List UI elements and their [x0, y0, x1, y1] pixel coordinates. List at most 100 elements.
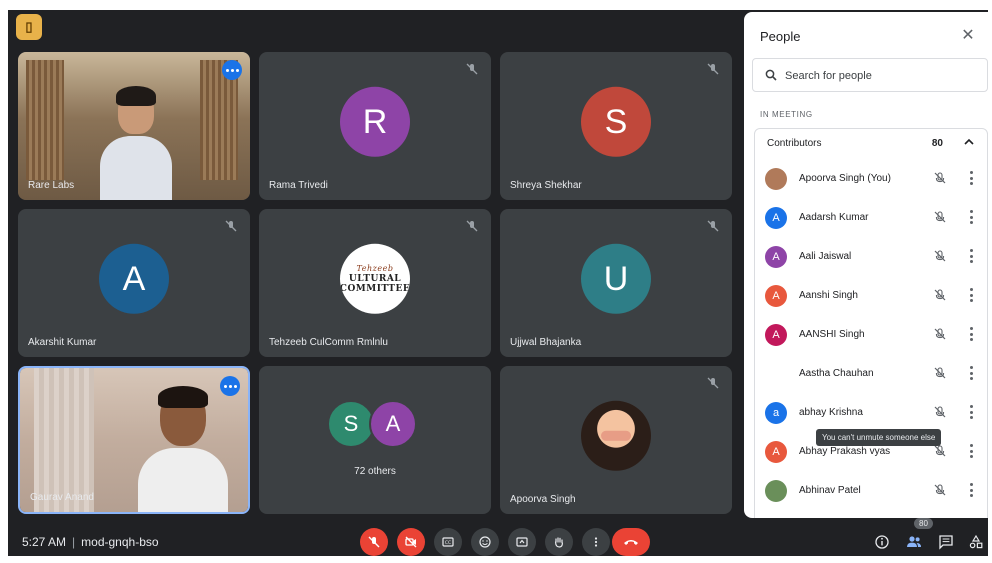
participant-avatar: S — [327, 400, 375, 448]
participant-row[interactable]: a abhay Krishna — [755, 393, 987, 432]
group-count: 80 — [931, 138, 943, 149]
more-vert-icon[interactable] — [969, 171, 973, 185]
meeting-code[interactable]: mod-gnqh-bso — [81, 535, 158, 549]
mic-off-icon — [466, 220, 478, 232]
group-label[interactable]: Contributors — [767, 138, 821, 149]
more-vert-icon[interactable] — [969, 327, 973, 341]
participant-tile[interactable]: R Rama Trivedi — [259, 52, 491, 200]
captions-button[interactable]: CC — [434, 528, 462, 556]
mic-off-icon[interactable] — [933, 366, 947, 380]
mic-off-icon[interactable] — [933, 171, 947, 185]
reactions-button[interactable] — [471, 528, 499, 556]
participant-name: Aastha Chauhan — [799, 368, 874, 379]
search-placeholder: Search for people — [785, 70, 872, 82]
participant-avatar: A — [369, 400, 417, 448]
participant-row[interactable]: Apoorva Singh (You) — [755, 159, 987, 198]
mic-off-icon[interactable] — [933, 327, 947, 341]
camera-toggle-button[interactable] — [397, 528, 425, 556]
participant-avatar: R — [340, 86, 410, 157]
meeting-details-button[interactable] — [872, 532, 892, 552]
participant-tile[interactable]: U Ujjwal Bhajanka — [500, 209, 732, 357]
mic-off-icon — [707, 220, 719, 232]
participant-tile-active[interactable]: Gaurav Anand — [18, 366, 250, 514]
participant-name: Rare Labs — [28, 180, 75, 191]
activities-button[interactable] — [966, 532, 986, 552]
present-button[interactable] — [508, 528, 536, 556]
participant-avatar: A — [765, 285, 787, 307]
mic-off-icon — [707, 63, 719, 75]
mic-toggle-button[interactable] — [360, 528, 388, 556]
close-icon[interactable]: ✕ — [958, 26, 978, 46]
participant-avatar: a — [765, 402, 787, 424]
participant-tile[interactable]: Tehzeeb ULTURAL COMMITTEE Tehzeeb CulCom… — [259, 209, 491, 357]
control-bar: 5:27 AM | mod-gnqh-bso CC 80 — [8, 518, 988, 556]
mic-off-icon[interactable] — [933, 249, 947, 263]
more-vert-icon[interactable] — [969, 210, 973, 224]
camera-off-icon — [405, 536, 417, 548]
search-input[interactable]: Search for people — [752, 58, 988, 92]
participant-photo — [765, 480, 787, 502]
participant-tile[interactable]: A Akarshit Kumar — [18, 209, 250, 357]
activities-icon — [969, 534, 983, 549]
participant-row[interactable]: Aastha Chauhan — [755, 354, 987, 393]
people-button[interactable] — [904, 532, 924, 552]
participant-row[interactable]: A Aadarsh Kumar — [755, 198, 987, 237]
participant-row[interactable]: A Aanshi Singh — [755, 276, 987, 315]
chat-button[interactable] — [936, 532, 956, 552]
participant-avatar: A — [765, 246, 787, 268]
clock-time: 5:27 AM — [22, 535, 67, 549]
participant-name: AANSHI Singh — [799, 329, 865, 340]
more-vert-icon[interactable] — [969, 249, 973, 263]
participant-avatar: S — [581, 86, 651, 157]
more-vert-icon[interactable] — [969, 366, 973, 380]
participant-name: Aali Jaiswal — [799, 251, 852, 262]
raise-hand-button[interactable] — [545, 528, 573, 556]
hand-icon — [555, 537, 563, 548]
speaking-indicator-icon — [222, 60, 242, 80]
search-icon — [765, 69, 777, 81]
participant-avatar: A — [765, 441, 787, 463]
participant-list: Apoorva Singh (You) A Aadarsh Kumar A Aali J… — [755, 159, 987, 510]
chat-icon — [939, 535, 953, 550]
participant-avatar: A — [765, 207, 787, 229]
participant-photo — [581, 400, 651, 471]
mic-off-icon[interactable] — [933, 405, 947, 419]
mic-off-icon[interactable] — [933, 210, 947, 224]
mic-off-icon[interactable] — [933, 483, 947, 497]
participant-video — [20, 368, 248, 512]
mic-off-icon — [225, 220, 237, 232]
more-vert-icon[interactable] — [969, 405, 973, 419]
chevron-up-icon[interactable] — [963, 136, 975, 148]
committee-logo: Tehzeeb ULTURAL COMMITTEE — [340, 243, 410, 314]
participant-video — [18, 52, 250, 200]
emoji-icon — [479, 536, 491, 548]
captions-icon: CC — [442, 537, 454, 547]
participant-tile[interactable]: Apoorva Singh — [500, 366, 732, 514]
participant-row[interactable]: A AANSHI Singh — [755, 315, 987, 354]
participant-avatar: A — [99, 243, 169, 314]
more-vert-icon[interactable] — [969, 483, 973, 497]
meeting-info: 5:27 AM | mod-gnqh-bso — [22, 535, 159, 549]
participant-name: Aadarsh Kumar — [799, 212, 869, 223]
participant-row[interactable]: A Aali Jaiswal — [755, 237, 987, 276]
info-icon — [875, 535, 889, 549]
participant-name: Abhay Prakash vyas — [799, 446, 891, 457]
more-options-button[interactable] — [582, 528, 610, 556]
participant-row[interactable]: Abhinav Patel — [755, 471, 987, 510]
participant-name: Apoorva Singh — [510, 494, 576, 505]
mic-off-icon[interactable] — [933, 288, 947, 302]
more-vert-icon[interactable] — [969, 288, 973, 302]
mic-off-icon — [466, 63, 478, 75]
meeting-details-badge-icon[interactable]: ▯ — [16, 14, 42, 40]
participant-tile[interactable]: S Shreya Shekhar — [500, 52, 732, 200]
others-tile[interactable]: S A 72 others — [259, 366, 491, 514]
leave-call-button[interactable] — [612, 528, 650, 556]
tooltip: You can't unmute someone else — [816, 429, 942, 446]
participant-name: Gaurav Anand — [30, 492, 94, 503]
mic-off-icon[interactable] — [933, 444, 947, 458]
participant-tile[interactable]: Rare Labs — [18, 52, 250, 200]
participant-name: Ujjwal Bhajanka — [510, 337, 582, 348]
hang-up-icon — [624, 540, 638, 545]
participant-avatar — [765, 363, 787, 385]
more-vert-icon[interactable] — [969, 444, 973, 458]
